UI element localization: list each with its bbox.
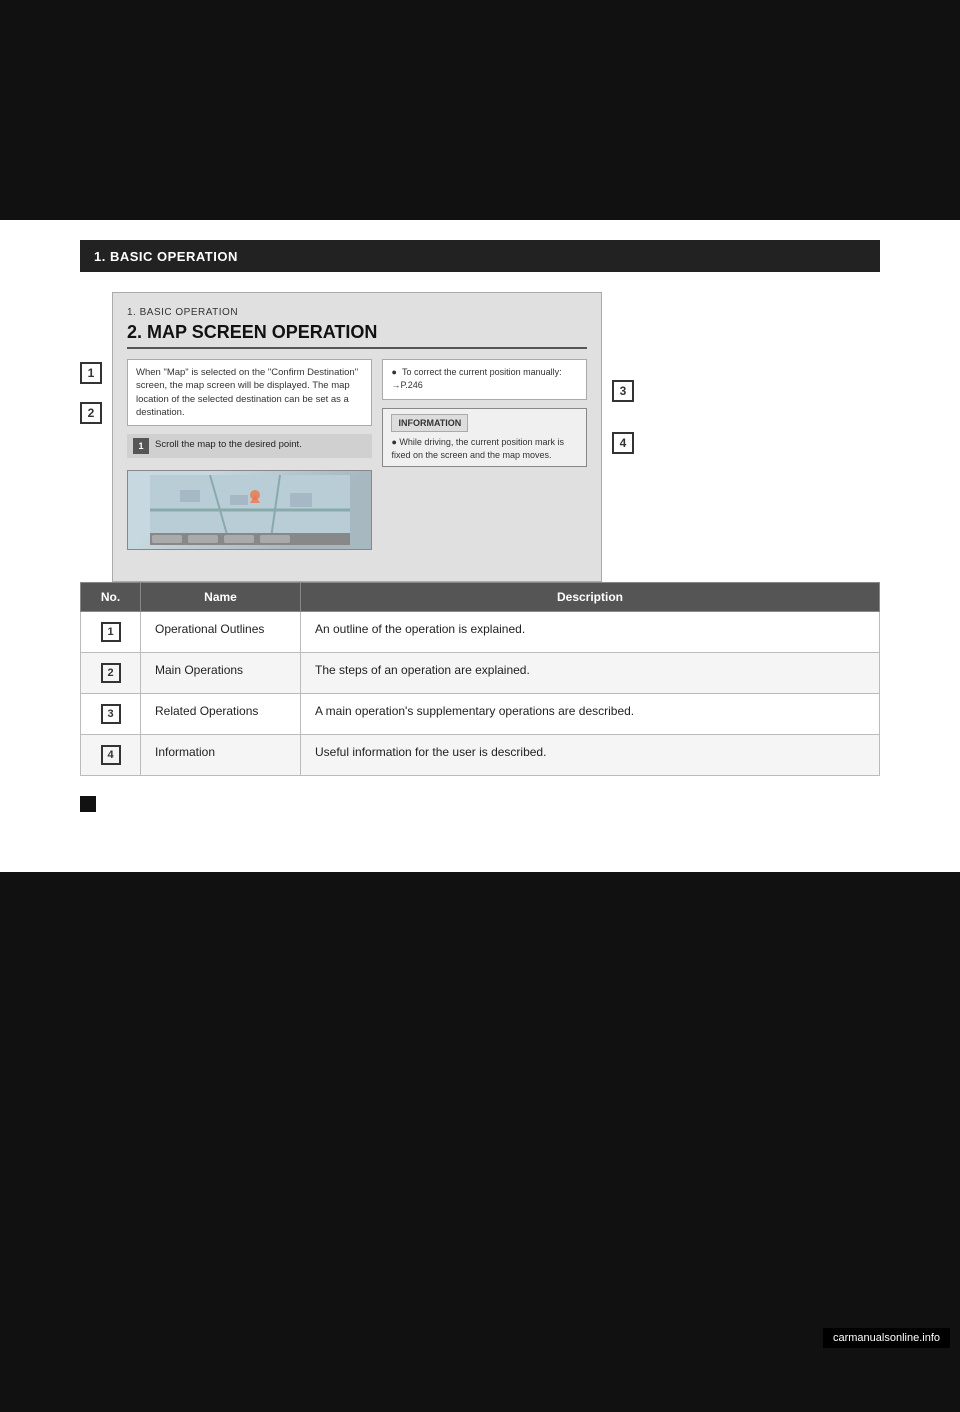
num-badge: 3	[101, 704, 121, 724]
num-badge: 2	[101, 663, 121, 683]
map-svg	[150, 475, 350, 545]
cell-description: A main operation's supplementary operati…	[301, 694, 880, 735]
main-content: 1. BASIC OPERATION 1 2 1. BASIC OPERATIO…	[0, 220, 960, 852]
page-left-col: When "Map" is selected on the "Confirm D…	[127, 359, 372, 550]
table-body: 1 Operational OutlinesAn outline of the o…	[81, 612, 880, 776]
col-header-no: No.	[81, 583, 141, 612]
section-header-text: 1. BASIC OPERATION	[80, 249, 238, 264]
top-black-area	[0, 0, 960, 220]
watermark: carmanualsonline.info	[823, 1328, 950, 1348]
small-black-square	[80, 796, 96, 812]
map-placeholder	[127, 470, 372, 550]
related-ops-block: ● To correct the current position manual…	[382, 359, 587, 400]
label-4: 4	[612, 432, 634, 454]
section-header: 1. BASIC OPERATION	[80, 240, 880, 272]
table-row: 3 Related OperationsA main operation's su…	[81, 694, 880, 735]
page-title: 2. MAP SCREEN OPERATION	[127, 322, 587, 349]
step-block: 1 Scroll the map to the desired point.	[127, 434, 372, 458]
info-table: No. Name Description 1 Operational Outlin…	[80, 582, 880, 776]
step-num-1: 1	[133, 438, 149, 454]
table-row: 2 Main OperationsThe steps of an operatio…	[81, 653, 880, 694]
num-badge: 1	[101, 622, 121, 642]
cell-name: Information	[141, 735, 301, 776]
num-badge: 4	[101, 745, 121, 765]
cell-name: Main Operations	[141, 653, 301, 694]
info-box: INFORMATION ● While driving, the current…	[382, 408, 587, 468]
col-header-name: Name	[141, 583, 301, 612]
cell-description: The steps of an operation are explained.	[301, 653, 880, 694]
cell-no: 2	[81, 653, 141, 694]
bottom-black-area	[0, 872, 960, 1412]
label-3: 3	[612, 380, 634, 402]
col-header-description: Description	[301, 583, 880, 612]
step-text: Scroll the map to the desired point.	[155, 438, 302, 451]
related-ops-text: To correct the current position manually…	[391, 367, 561, 390]
map-inner-detail	[128, 471, 371, 549]
page-top-label: 1. BASIC OPERATION	[127, 307, 587, 318]
info-bullet: ● While driving, the current position ma…	[391, 436, 578, 461]
cell-description: Useful information for the user is descr…	[301, 735, 880, 776]
cell-no: 4	[81, 735, 141, 776]
table-row: 1 Operational OutlinesAn outline of the o…	[81, 612, 880, 653]
right-labels: 3 4	[612, 292, 634, 454]
page-screenshot: 1. BASIC OPERATION 2. MAP SCREEN OPERATI…	[112, 292, 602, 582]
info-box-header: INFORMATION	[391, 414, 468, 433]
cell-no: 1	[81, 612, 141, 653]
small-indicator	[80, 796, 880, 812]
label-1: 1	[80, 362, 102, 384]
table-row: 4 InformationUseful information for the u…	[81, 735, 880, 776]
cell-no: 3	[81, 694, 141, 735]
text-block-content: When "Map" is selected on the "Confirm D…	[136, 367, 358, 418]
text-block: When "Map" is selected on the "Confirm D…	[127, 359, 372, 426]
page-right-col: ● To correct the current position manual…	[382, 359, 587, 550]
diagram-wrapper: 1 2 1. BASIC OPERATION 2. MAP SCREEN OPE…	[80, 292, 880, 582]
table-head: No. Name Description	[81, 583, 880, 612]
cell-description: An outline of the operation is explained…	[301, 612, 880, 653]
left-labels: 1 2	[80, 292, 102, 424]
page-wrapper: 1. BASIC OPERATION 1 2 1. BASIC OPERATIO…	[0, 0, 960, 1412]
page-inner: When "Map" is selected on the "Confirm D…	[127, 359, 587, 550]
cell-name: Related Operations	[141, 694, 301, 735]
label-2: 2	[80, 402, 102, 424]
table-header-row: No. Name Description	[81, 583, 880, 612]
cell-name: Operational Outlines	[141, 612, 301, 653]
